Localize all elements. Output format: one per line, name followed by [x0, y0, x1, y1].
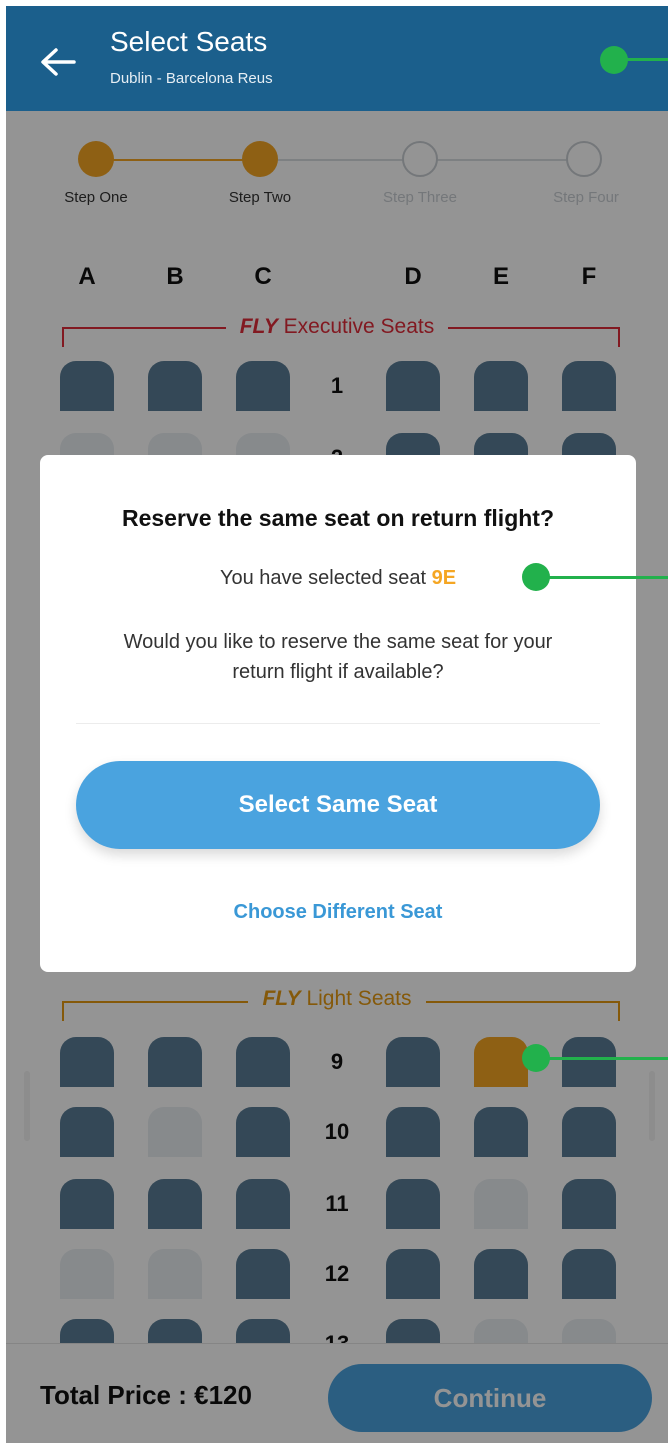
dialog-message: Would you like to reserve the same seat …: [123, 631, 553, 683]
callout-line: [616, 58, 668, 61]
app-screen: Select Seats Dublin - Barcelona Reus Ste…: [6, 6, 668, 1443]
select-same-seat-button[interactable]: Select Same Seat: [76, 761, 600, 849]
scrollbar-right: [649, 1071, 655, 1141]
arrow-left-icon: [41, 48, 76, 76]
choose-different-seat-button[interactable]: Choose Different Seat: [40, 901, 636, 924]
callout-line: [538, 1057, 668, 1060]
app-header: Select Seats Dublin - Barcelona Reus: [6, 6, 668, 111]
scrollbar-left: [24, 1071, 30, 1141]
dialog-title: Reserve the same seat on return flight?: [121, 505, 554, 531]
route-subtitle: Dublin - Barcelona Reus: [110, 70, 273, 87]
dialog-divider: [76, 723, 600, 724]
page-title: Select Seats: [110, 26, 268, 57]
back-button[interactable]: [36, 40, 80, 84]
selected-seat-prefix: You have selected seat: [219, 567, 427, 589]
same-seat-dialog: Reserve the same seat on return flight? …: [40, 455, 636, 972]
selected-seat-code: 9E: [431, 567, 457, 589]
callout-line: [538, 576, 668, 579]
